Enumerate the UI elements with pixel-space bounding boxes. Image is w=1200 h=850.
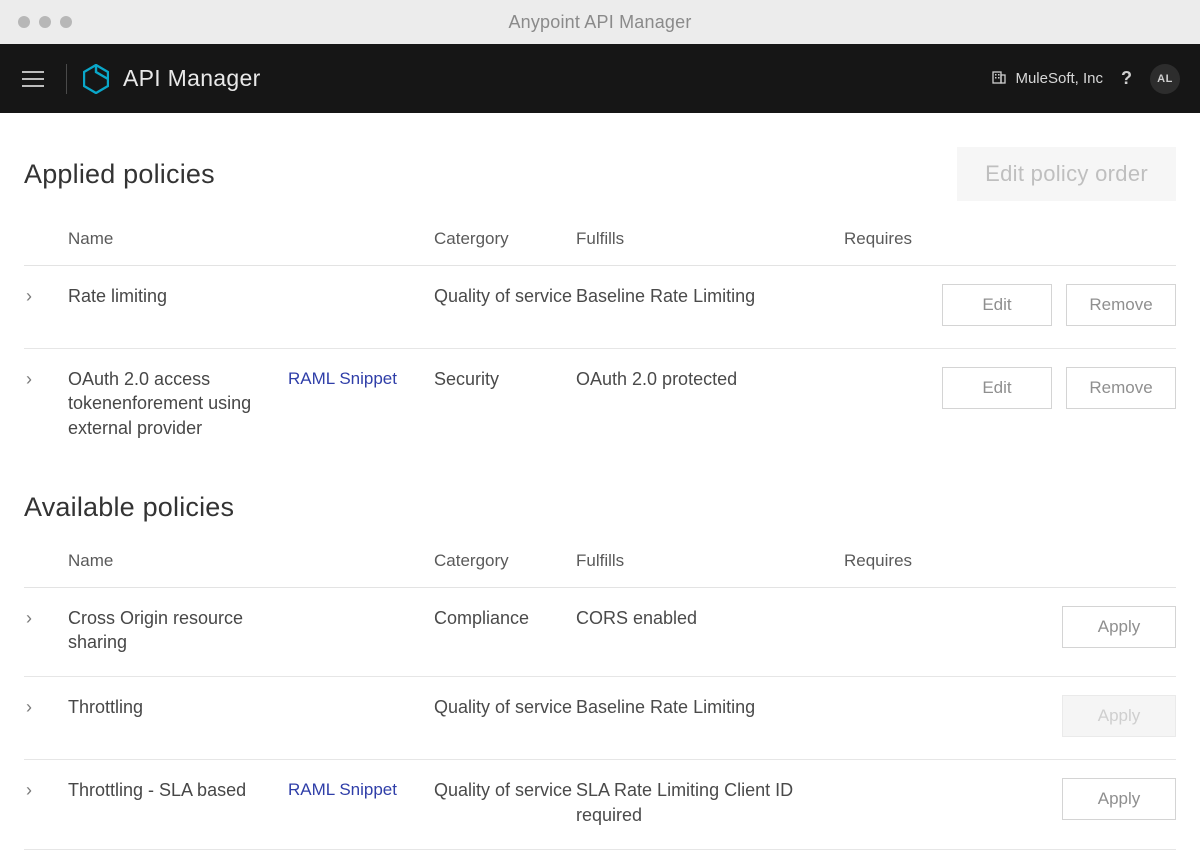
app-bar: API Manager MuleSoft, Inc ? AL [0, 44, 1200, 113]
policy-fulfills: SLA Rate Limiting Client ID required [576, 778, 844, 827]
building-icon [991, 69, 1007, 89]
apply-button[interactable]: Apply [1062, 606, 1176, 648]
col-requires: Requires [844, 551, 938, 577]
col-fulfills: Fulfills [576, 229, 844, 255]
applied-policies-heading: Applied policies [24, 159, 215, 190]
table-row: › Cross Origin resource sharing Complian… [24, 588, 1176, 678]
raml-snippet-link[interactable]: RAML Snippet [288, 367, 434, 389]
expand-row-icon[interactable]: › [24, 606, 68, 629]
table-row: › Rate limiting Quality of service Basel… [24, 266, 1176, 349]
apply-button[interactable]: Apply [1062, 778, 1176, 820]
edit-button[interactable]: Edit [942, 367, 1052, 409]
edit-policy-order-button[interactable]: Edit policy order [957, 147, 1176, 201]
raml-snippet-link[interactable] [288, 606, 434, 608]
col-fulfills: Fulfills [576, 551, 844, 577]
policy-fulfills: CORS enabled [576, 606, 844, 630]
policy-name: Cross Origin resource sharing [68, 606, 288, 655]
policy-name: Throttling [68, 695, 288, 719]
org-switcher[interactable]: MuleSoft, Inc [991, 69, 1103, 89]
policy-category: Security [434, 367, 576, 391]
policy-fulfills: Baseline Rate Limiting [576, 284, 844, 308]
policy-category: Quality of service [434, 284, 576, 308]
applied-table-header: Name Catergory Fulfills Requires [24, 229, 1176, 266]
col-requires: Requires [844, 229, 938, 255]
policy-name: Rate limiting [68, 284, 288, 308]
policy-name: OAuth 2.0 access tokenenforement using e… [68, 367, 288, 440]
avatar[interactable]: AL [1150, 64, 1180, 94]
product-logo-icon [83, 64, 109, 94]
col-category: Catergory [434, 551, 576, 577]
policy-fulfills: OAuth 2.0 protected [576, 367, 844, 391]
expand-row-icon[interactable]: › [24, 695, 68, 718]
raml-snippet-link[interactable]: RAML Snippet [288, 778, 434, 800]
separator [66, 64, 67, 94]
col-name: Name [68, 229, 288, 255]
table-row: › OAuth 2.0 access tokenenforement using… [24, 349, 1176, 462]
table-row: › Throttling Quality of service Baseline… [24, 677, 1176, 760]
remove-button[interactable]: Remove [1066, 367, 1176, 409]
remove-button[interactable]: Remove [1066, 284, 1176, 326]
policy-category: Quality of service [434, 778, 576, 802]
menu-button[interactable] [22, 65, 50, 93]
app-title: API Manager [123, 65, 261, 92]
window-titlebar: Anypoint API Manager [0, 0, 1200, 44]
apply-button: Apply [1062, 695, 1176, 737]
col-name: Name [68, 551, 288, 577]
policy-category: Quality of service [434, 695, 576, 719]
expand-row-icon[interactable]: › [24, 367, 68, 390]
raml-snippet-link[interactable] [288, 284, 434, 286]
available-policies-heading: Available policies [24, 492, 1176, 523]
table-row: › Throttling - SLA based RAML Snippet Qu… [24, 760, 1176, 850]
col-category: Catergory [434, 229, 576, 255]
window-title: Anypoint API Manager [0, 12, 1200, 33]
expand-row-icon[interactable]: › [24, 284, 68, 307]
policy-name: Throttling - SLA based [68, 778, 288, 802]
org-name: MuleSoft, Inc [1015, 70, 1103, 87]
policy-category: Compliance [434, 606, 576, 630]
expand-row-icon[interactable]: › [24, 778, 68, 801]
available-table-header: Name Catergory Fulfills Requires [24, 551, 1176, 588]
help-button[interactable]: ? [1121, 68, 1132, 89]
raml-snippet-link[interactable] [288, 695, 434, 697]
edit-button[interactable]: Edit [942, 284, 1052, 326]
policy-fulfills: Baseline Rate Limiting [576, 695, 844, 719]
